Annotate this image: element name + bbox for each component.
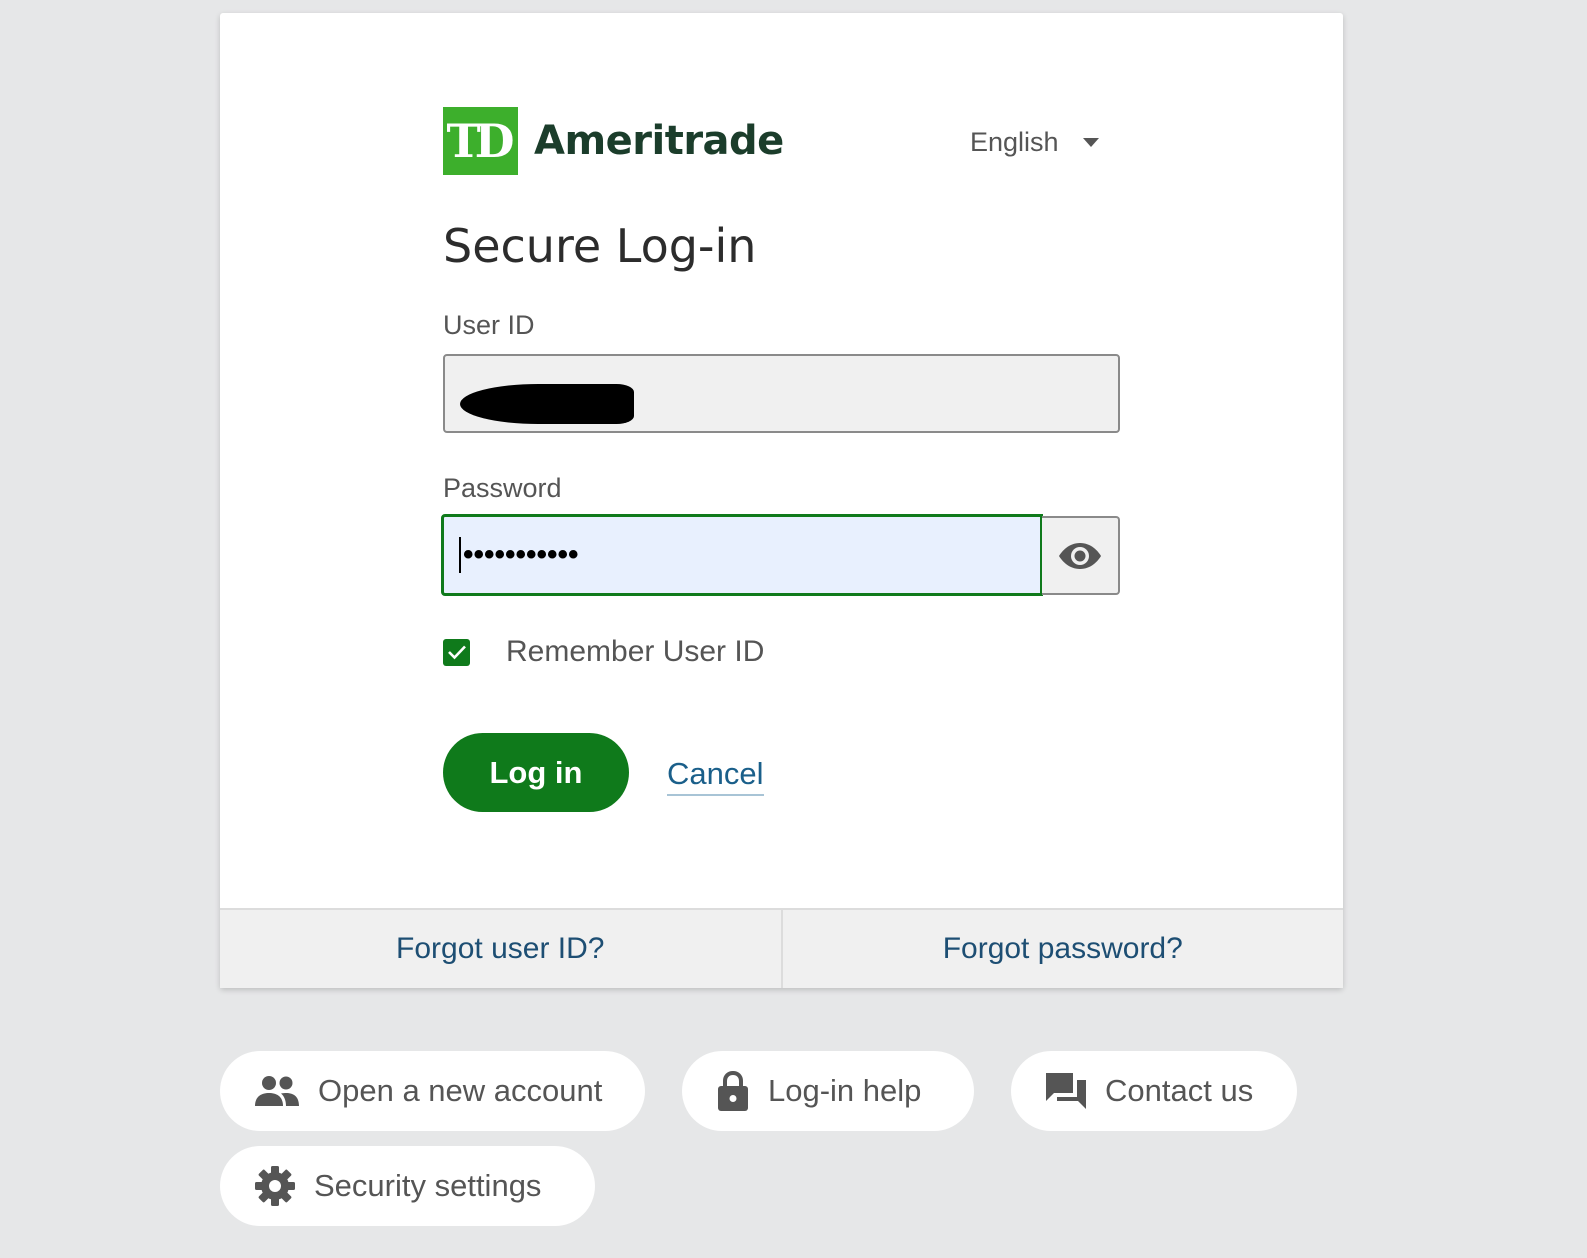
- password-label: Password: [443, 473, 562, 503]
- eye-icon: [1059, 542, 1101, 569]
- lock-icon: [718, 1070, 748, 1111]
- show-password-button[interactable]: [1042, 516, 1120, 595]
- login-button[interactable]: Log in: [443, 733, 629, 812]
- chat-icon: [1046, 1073, 1086, 1109]
- open-account-label: Open a new account: [318, 1073, 603, 1108]
- security-settings-label: Security settings: [314, 1168, 542, 1203]
- contact-us-button[interactable]: Contact us: [1011, 1051, 1297, 1131]
- login-card: TD Ameritrade English Secure Log-in User…: [220, 13, 1343, 988]
- brand-name: Ameritrade: [534, 118, 784, 164]
- caret-down-icon: [1082, 138, 1099, 147]
- td-ameritrade-logo: TD Ameritrade: [443, 107, 784, 175]
- checkmark-icon: [447, 645, 466, 660]
- page-title: Secure Log-in: [443, 219, 757, 273]
- remember-checkbox[interactable]: [443, 638, 470, 666]
- cancel-link[interactable]: Cancel: [667, 756, 764, 796]
- td-logo-mark: TD: [443, 107, 518, 175]
- login-help-button[interactable]: Log-in help: [682, 1051, 974, 1131]
- forgot-password-link[interactable]: Forgot password?: [783, 910, 1344, 988]
- gear-icon: [255, 1166, 295, 1206]
- people-icon: [255, 1076, 299, 1106]
- contact-us-label: Contact us: [1105, 1073, 1254, 1108]
- language-selector[interactable]: English: [970, 127, 1099, 158]
- password-masked-value: •••••••••••: [459, 537, 579, 573]
- remember-user-id[interactable]: Remember User ID: [443, 635, 764, 669]
- user-id-label: User ID: [443, 310, 535, 340]
- security-settings-button[interactable]: Security settings: [220, 1146, 595, 1226]
- open-account-button[interactable]: Open a new account: [220, 1051, 645, 1131]
- remember-label: Remember User ID: [506, 635, 765, 668]
- card-footer: Forgot user ID? Forgot password?: [220, 908, 1343, 988]
- forgot-user-id-link[interactable]: Forgot user ID?: [220, 910, 781, 988]
- language-label: English: [970, 127, 1059, 157]
- login-help-label: Log-in help: [768, 1073, 922, 1108]
- redacted-user-id: [460, 384, 634, 424]
